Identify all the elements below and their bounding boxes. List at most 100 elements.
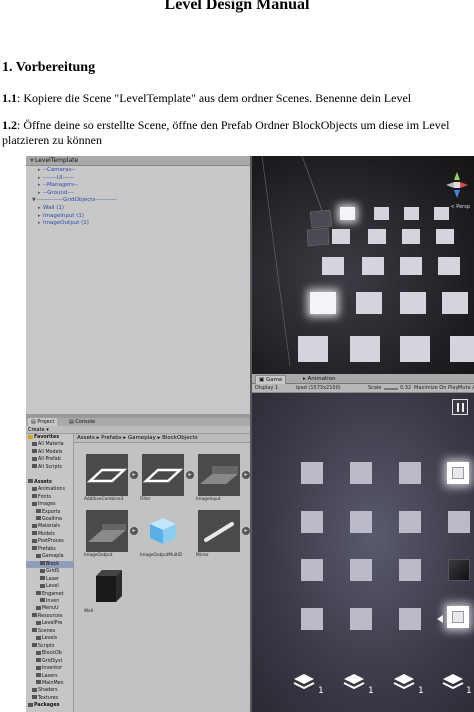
folder-tree-item[interactable]: Textures <box>26 695 73 702</box>
expand-asset-icon[interactable]: ▸ <box>186 471 194 479</box>
tab-game[interactable]: ▣ Game <box>255 375 287 384</box>
grid-tile <box>399 511 421 533</box>
scene-tile <box>362 257 384 275</box>
hierarchy-item[interactable]: ▼-------------GridObjects----------- <box>32 197 250 205</box>
folder-tree-item[interactable]: MenuU <box>26 605 73 612</box>
display-select[interactable]: Display 1 <box>255 384 278 393</box>
folder-tree-item[interactable]: Inven <box>26 598 73 605</box>
scene-tile <box>400 292 426 314</box>
scale-slider[interactable] <box>384 387 398 390</box>
folder-tree-item[interactable]: Inventor <box>26 665 73 672</box>
layers-icon[interactable] <box>393 672 415 692</box>
create-button[interactable]: Create <box>28 427 45 433</box>
folder-tree-item[interactable]: Lasers <box>26 673 73 680</box>
arrow-left-icon <box>437 615 443 623</box>
folder-tree-item[interactable]: Packages <box>26 702 73 709</box>
folder-tree-item[interactable]: Resources <box>26 613 73 620</box>
orientation-gizmo-icon[interactable] <box>444 170 470 204</box>
asset-thumbnail <box>86 566 128 608</box>
grid-tile <box>301 511 323 533</box>
folder-icon <box>36 516 41 521</box>
hierarchy-item[interactable]: ▸ -------UI------ <box>32 175 250 183</box>
layer-count: 1 <box>418 686 424 696</box>
scene-tile <box>350 336 380 362</box>
expand-asset-icon[interactable]: ▸ <box>242 471 250 479</box>
expand-asset-icon[interactable]: ▸ <box>130 471 138 479</box>
folder-icon <box>32 643 37 648</box>
folder-tree-item[interactable]: Shaders <box>26 687 73 694</box>
folder-tree-item[interactable]: GoalIma <box>26 516 73 523</box>
folder-tree-item[interactable]: Exports <box>26 509 73 516</box>
layers-icon[interactable] <box>343 672 365 692</box>
folder-tree-item[interactable]: PostProces <box>26 538 73 545</box>
folder-tree-item[interactable]: All Scripts <box>26 464 73 471</box>
folder-tree-item[interactable]: Prefabs <box>26 546 73 553</box>
folder-tree-item[interactable]: Engamet <box>26 591 73 598</box>
folder-icon <box>36 635 41 640</box>
folder-tree-item[interactable]: Level <box>26 583 73 590</box>
layer-count: 1 <box>318 686 324 696</box>
folder-icon <box>32 546 37 551</box>
folder-tree-item[interactable]: Gamepla <box>26 553 73 560</box>
scene-tile <box>442 292 468 314</box>
scene-tile <box>436 229 454 244</box>
folder-icon <box>36 673 41 677</box>
grid-tile <box>301 559 323 581</box>
folder-icon <box>36 620 41 625</box>
resolution-select[interactable]: ipad (1573x2100) <box>296 384 341 393</box>
asset-thumbnail <box>198 510 240 552</box>
folder-tree-item[interactable]: Animations <box>26 486 73 493</box>
folder-tree-item[interactable]: Assets <box>26 479 73 486</box>
scene-tile <box>400 257 422 275</box>
folder-tree-item[interactable]: LevelPre <box>26 620 73 627</box>
pause-button[interactable] <box>452 399 468 415</box>
folder-tree-item[interactable]: Laser <box>26 576 73 583</box>
folder-tree-item[interactable]: All Materia <box>26 441 73 448</box>
project-tab-bar: ▤ Project ▤ Console <box>26 418 250 426</box>
folder-icon <box>36 658 41 663</box>
folder-tree-item[interactable]: Images <box>26 501 73 508</box>
tab-console[interactable]: ▤ Console <box>66 418 98 426</box>
folder-tree-item[interactable]: Models <box>26 531 73 538</box>
persp-label[interactable]: < Persp <box>450 204 470 210</box>
scene-view[interactable]: < Persp <box>252 156 474 374</box>
breadcrumb[interactable]: Assets ▸ Prefabs ▸ Gameplay ▸ BlockObjec… <box>74 434 250 443</box>
hierarchy-item[interactable]: ▸ --Ground--- <box>32 190 250 198</box>
folder-tree-item[interactable]: Scenes <box>26 628 73 635</box>
hierarchy-item[interactable]: ▸ Wall (1) <box>32 205 250 213</box>
hierarchy-item[interactable]: ▸ ImageInput (1) <box>32 213 250 221</box>
expand-asset-icon[interactable]: ▸ <box>130 527 138 535</box>
folder-tree-item[interactable]: Block <box>26 560 73 569</box>
hierarchy-item[interactable]: ▸ --Managers-- <box>32 182 250 190</box>
hierarchy-item[interactable]: ▸ ImageOutput (1) <box>32 220 250 228</box>
asset-thumbnail <box>198 454 240 496</box>
folder-tree-item[interactable]: GridSyst <box>26 658 73 665</box>
folder-tree-item[interactable]: Materials <box>26 523 73 530</box>
tab-animation[interactable]: ▸ Animation <box>300 375 339 384</box>
folder-tree-item[interactable]: BlockOb <box>26 650 73 657</box>
folder-tree-item[interactable]: All Models <box>26 449 73 456</box>
step-text: : Kopiere die Scene "LevelTemplate" aus … <box>17 91 412 105</box>
folder-tree-item[interactable]: GridS <box>26 568 73 575</box>
tab-project[interactable]: ▤ Project <box>28 418 58 426</box>
folder-tree-item[interactable]: Scripts <box>26 643 73 650</box>
hierarchy-item[interactable]: ▸ --Cameras-- <box>32 167 250 175</box>
folder-icon <box>32 449 37 454</box>
expand-asset-icon[interactable]: ▸ <box>242 527 250 535</box>
folder-icon <box>32 538 37 543</box>
scene-tile <box>438 257 460 275</box>
folder-tree-item[interactable]: Fonts <box>26 494 73 501</box>
game-view[interactable]: 1 1 1 1 <box>252 393 474 712</box>
maximize-on-play-toggle[interactable]: Maximize On Play <box>414 384 458 393</box>
folder-tree-item[interactable]: Favorites <box>26 434 73 441</box>
hierarchy-root[interactable]: ▼LevelTemplate <box>26 156 250 166</box>
folder-tree-item[interactable]: MainMen <box>26 680 73 687</box>
folder-tree-item[interactable]: Levels <box>26 635 73 642</box>
asset-thumbnail <box>86 510 128 552</box>
layers-icon[interactable] <box>442 672 464 692</box>
layer-count: 1 <box>466 686 472 696</box>
mute-audio-toggle[interactable]: Mute Au <box>458 384 474 393</box>
layer-count: 1 <box>368 686 374 696</box>
folder-tree-item[interactable]: All Prefab <box>26 456 73 463</box>
layers-icon[interactable] <box>293 672 315 692</box>
